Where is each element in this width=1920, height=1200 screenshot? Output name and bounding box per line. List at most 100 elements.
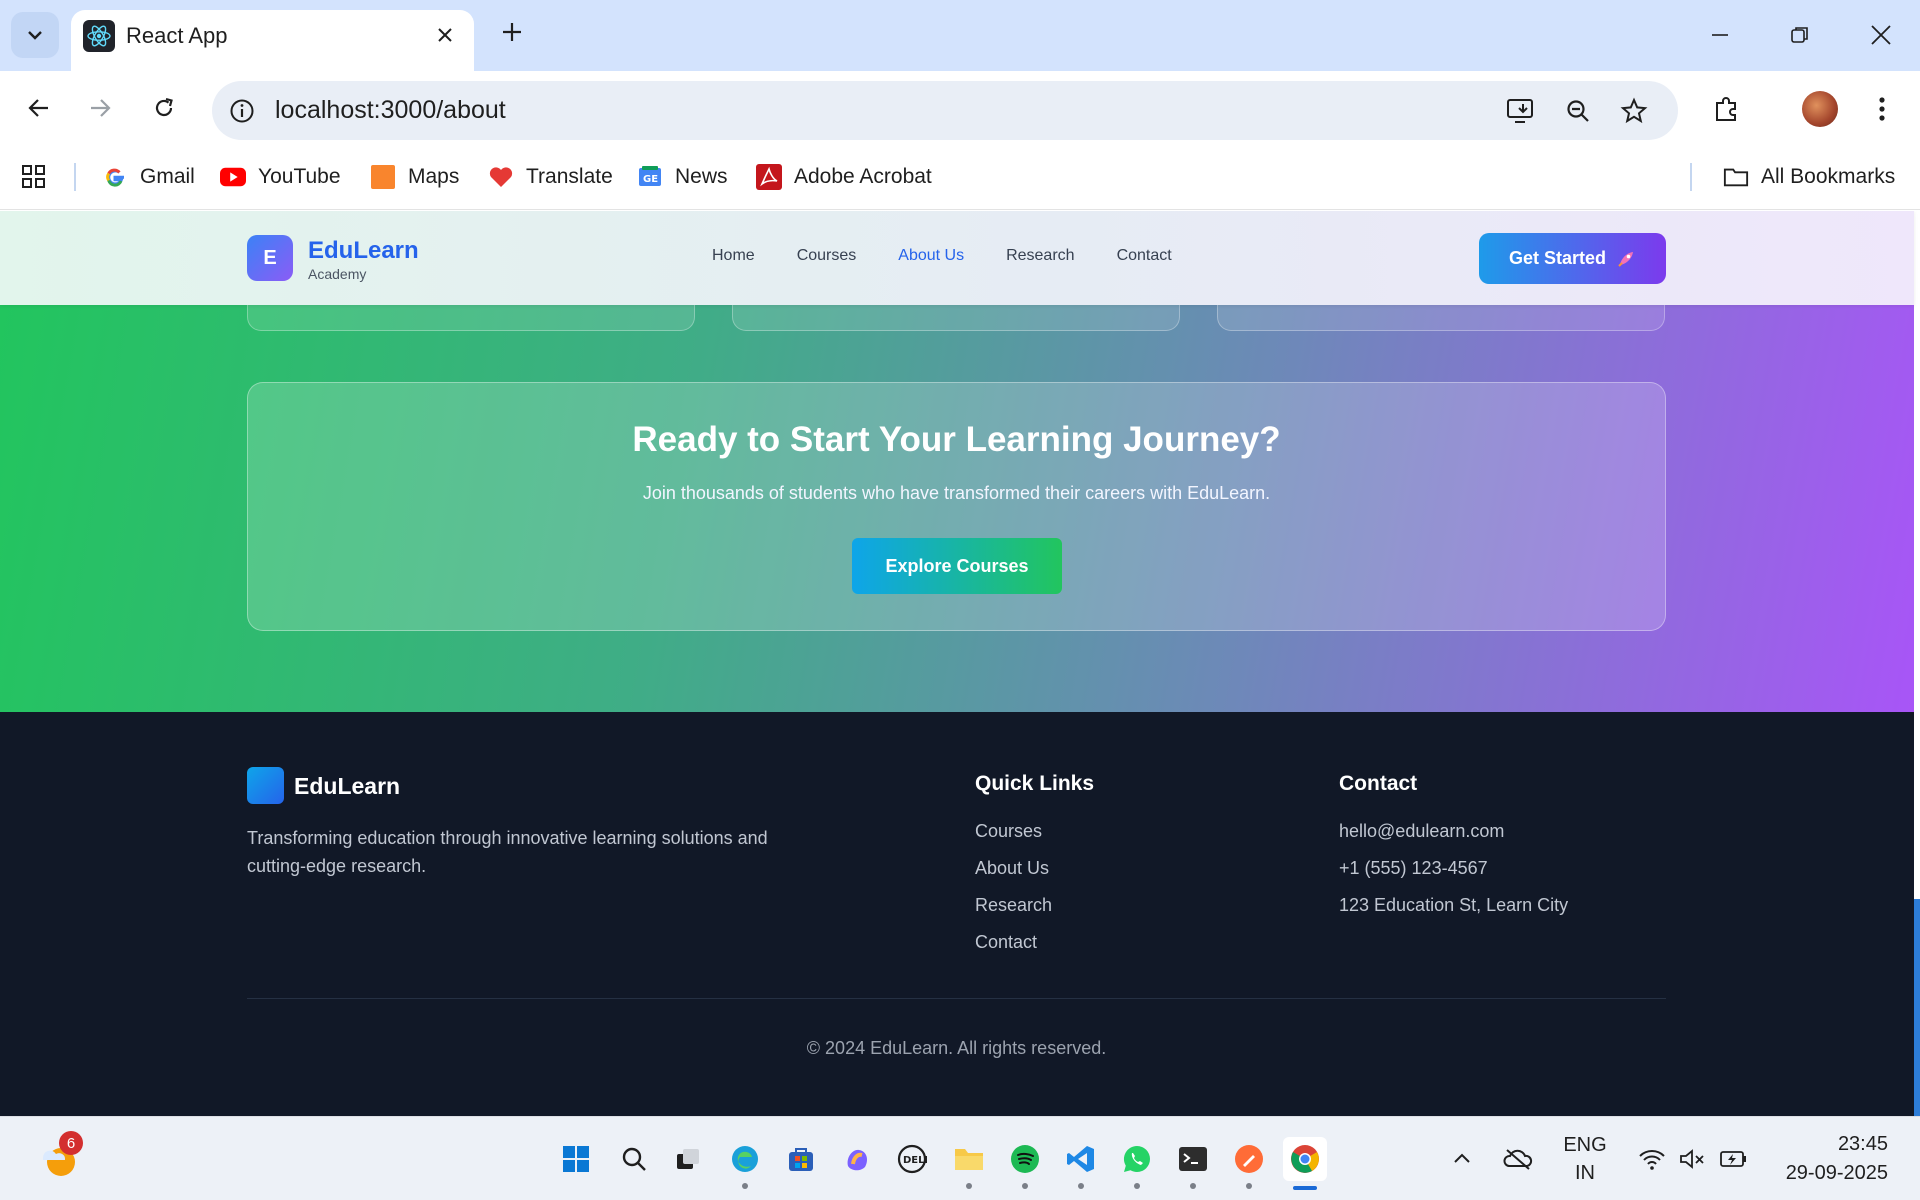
file-explorer-icon[interactable]	[947, 1137, 991, 1189]
explore-courses-button[interactable]: Explore Courses	[852, 538, 1062, 594]
copyright: © 2024 EduLearn. All rights reserved.	[806, 1038, 1107, 1058]
cta-section: Ready to Start Your Learning Journey? Jo…	[0, 285, 1914, 712]
bookmark-gmail[interactable]: Gmail	[102, 160, 195, 194]
bookmark-label: News	[675, 165, 728, 188]
translate-heart-icon	[488, 164, 514, 190]
nav-research[interactable]: Research	[1006, 247, 1074, 265]
bookmark-maps[interactable]: Maps	[370, 160, 459, 194]
whatsapp-icon[interactable]	[1115, 1137, 1159, 1189]
more-menu-icon[interactable]	[1862, 89, 1902, 129]
start-windows-icon[interactable]	[554, 1137, 598, 1181]
spotify-icon[interactable]	[1003, 1137, 1047, 1189]
profile-avatar[interactable]	[1802, 91, 1838, 127]
close-tab-icon[interactable]	[430, 20, 460, 50]
running-indicator	[1078, 1183, 1084, 1189]
apps-grid-icon[interactable]	[21, 160, 47, 194]
bookmark-translate[interactable]: Translate	[488, 160, 613, 194]
bookmark-label: YouTube	[258, 165, 341, 188]
footer-link-courses[interactable]: Courses	[975, 821, 1052, 845]
svg-text:DELL: DELL	[903, 1155, 927, 1166]
address-bar[interactable]: localhost:3000/about	[212, 81, 1678, 140]
close-window-icon[interactable]	[1851, 12, 1911, 58]
bookmark-youtube[interactable]: YouTube	[220, 160, 341, 194]
contact-title: Contact	[1339, 772, 1418, 795]
nav-about-us[interactable]: About Us	[898, 247, 964, 265]
running-indicator	[966, 1183, 972, 1189]
running-indicator	[742, 1183, 748, 1189]
get-started-button[interactable]: Get Started	[1479, 233, 1666, 284]
language-line2[interactable]: IN	[1562, 1162, 1608, 1185]
google-icon	[102, 164, 128, 190]
svg-text:GE: GE	[643, 174, 658, 185]
nav-home[interactable]: Home	[712, 247, 755, 265]
cta-text: Join thousands of students who have tran…	[642, 483, 1271, 503]
wifi-icon[interactable]	[1630, 1137, 1674, 1181]
bookmark-separator	[74, 163, 76, 191]
react-icon	[83, 20, 115, 52]
extensions-puzzle-icon[interactable]	[1706, 89, 1746, 129]
volume-muted-icon[interactable]	[1670, 1137, 1714, 1181]
brand-subtitle: Academy	[308, 266, 367, 282]
cta-title: Ready to Start Your Learning Journey?	[632, 420, 1281, 459]
dell-icon[interactable]: DELL	[890, 1137, 934, 1181]
contact-email[interactable]: hello@edulearn.com	[1339, 821, 1568, 845]
main-nav: Home Courses About Us Research Contact	[712, 247, 1172, 265]
bookmark-star-icon[interactable]	[1616, 93, 1652, 129]
chevron-up-icon[interactable]	[1440, 1137, 1484, 1181]
clock-date[interactable]: 29-09-2025	[1766, 1162, 1888, 1185]
minimize-icon[interactable]	[1690, 12, 1750, 58]
restore-icon[interactable]	[1770, 12, 1830, 58]
site-header: E EduLearn Academy Home Courses About Us…	[0, 211, 1914, 305]
copilot-icon[interactable]	[835, 1137, 879, 1181]
vscode-icon[interactable]	[1059, 1137, 1103, 1189]
back-arrow-icon[interactable]	[18, 87, 60, 129]
bookmark-separator	[1690, 163, 1692, 191]
weather-badge: 6	[59, 1131, 83, 1155]
chevron-down-icon	[28, 31, 42, 40]
google-news-icon: GE	[637, 164, 663, 190]
contact-list: hello@edulearn.com +1 (555) 123-4567 123…	[1339, 821, 1568, 919]
nav-contact[interactable]: Contact	[1117, 247, 1172, 265]
edge-browser-icon[interactable]	[723, 1137, 767, 1189]
terminal-icon[interactable]	[1171, 1137, 1215, 1189]
brand-name[interactable]: EduLearn	[308, 237, 419, 265]
youtube-icon	[220, 164, 246, 190]
site-footer: EduLearn Transforming education through …	[0, 712, 1914, 1116]
postman-icon[interactable]	[1227, 1137, 1271, 1189]
adobe-acrobat-icon	[756, 164, 782, 190]
clock-time[interactable]: 23:45	[1776, 1133, 1888, 1156]
microsoft-store-icon[interactable]	[779, 1137, 823, 1181]
language-line1[interactable]: ENG	[1562, 1134, 1608, 1157]
forward-arrow-icon[interactable]	[79, 87, 121, 129]
site-info-icon[interactable]	[224, 93, 260, 129]
footer-link-research[interactable]: Research	[975, 895, 1052, 919]
footer-link-about-us[interactable]: About Us	[975, 858, 1052, 882]
search-icon[interactable]	[612, 1137, 656, 1181]
bookmark-adobe-acrobat[interactable]: Adobe Acrobat	[756, 160, 932, 194]
task-view-icon[interactable]	[666, 1137, 710, 1181]
browser-toolbar: localhost:3000/about	[0, 71, 1920, 146]
tab-search-button[interactable]	[11, 12, 59, 58]
footer-description: Transforming education through innovativ…	[247, 828, 768, 876]
contact-address: 123 Education St, Learn City	[1339, 895, 1569, 915]
bookmark-label: Gmail	[140, 165, 195, 188]
scrollbar-thumb[interactable]	[1914, 899, 1920, 1116]
onedrive-offline-icon[interactable]	[1496, 1137, 1540, 1181]
battery-charging-icon[interactable]	[1712, 1137, 1756, 1181]
footer-divider	[247, 998, 1666, 999]
taskbar: 6 DELL	[0, 1116, 1920, 1200]
reload-icon[interactable]	[143, 87, 185, 129]
zoom-out-icon[interactable]	[1560, 93, 1596, 129]
install-app-icon[interactable]	[1503, 93, 1539, 129]
bookmark-label: Maps	[408, 165, 460, 188]
browser-tab-active[interactable]: React App	[71, 10, 474, 71]
new-tab-plus-icon[interactable]	[496, 16, 528, 48]
nav-courses[interactable]: Courses	[797, 247, 857, 265]
browser-tabstrip: React App	[0, 0, 1920, 71]
footer-link-contact[interactable]: Contact	[975, 932, 1052, 956]
all-bookmarks-button[interactable]: All Bookmarks	[1723, 160, 1895, 194]
tab-title: React App	[126, 23, 228, 48]
site-logo[interactable]: E	[247, 235, 293, 281]
chrome-icon[interactable]	[1283, 1137, 1327, 1190]
bookmark-news[interactable]: GE News	[637, 160, 728, 194]
